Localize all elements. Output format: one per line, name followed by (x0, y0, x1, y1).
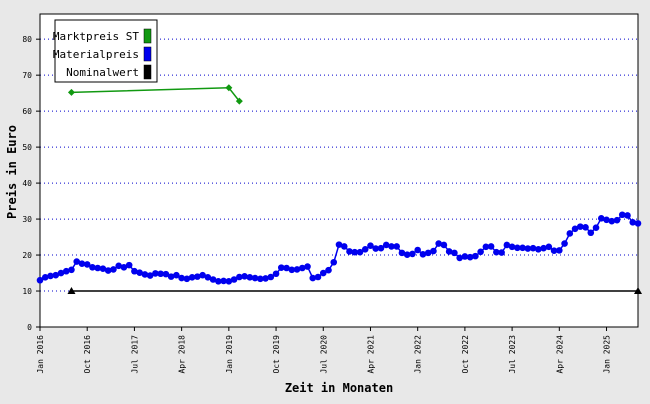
data-point (498, 249, 505, 256)
data-point (340, 243, 348, 250)
x-tick-label: Oct 2016 (83, 335, 92, 374)
y-tick-label: 0 (27, 323, 32, 332)
x-tick-label: Oct 2019 (272, 335, 281, 374)
data-point (272, 270, 280, 278)
legend-label-nominalwert: Nominalwert (66, 66, 139, 79)
data-point (314, 273, 322, 281)
data-point (561, 240, 568, 247)
data-point (125, 261, 133, 269)
data-point (325, 266, 332, 274)
x-tick-label: Jan 2019 (225, 335, 234, 374)
y-axis-title: Preis in Euro (5, 125, 19, 219)
x-axis-title: Zeit in Monaten (285, 381, 393, 395)
data-point (582, 224, 589, 231)
x-tick-label: Jan 2016 (36, 335, 45, 374)
y-tick-label: 70 (22, 71, 32, 80)
data-point (472, 252, 479, 260)
data-point (430, 247, 437, 255)
x-tick-label: Apr 2021 (366, 335, 375, 374)
x-tick-label: Oct 2022 (461, 335, 470, 374)
data-point (624, 212, 631, 219)
data-point (545, 243, 553, 251)
data-point (587, 229, 595, 237)
data-point (409, 250, 416, 258)
data-point (393, 243, 401, 250)
legend-label-marktpreis-st: Marktpreis ST (53, 30, 139, 43)
data-point (68, 266, 75, 274)
data-point (477, 248, 484, 256)
y-tick-label: 50 (22, 143, 32, 152)
data-point (566, 230, 574, 237)
data-point (487, 243, 495, 250)
legend: Marktpreis ST Materialpreis Nominalwert (53, 19, 158, 83)
data-point (634, 220, 642, 227)
x-tick-label: Jul 2023 (508, 335, 517, 374)
y-tick-label: 60 (22, 107, 32, 116)
x-tick-label: Apr 2018 (178, 335, 187, 374)
x-tick-label: Jan 2022 (414, 335, 423, 374)
data-point (330, 258, 338, 266)
y-tick-label: 20 (22, 251, 32, 260)
y-tick-label: 40 (22, 179, 32, 188)
y-tick-label: 80 (22, 35, 32, 44)
chart-root: 0 10 20 30 40 50 60 70 80 Jan 2016 Oct 2016 Jul 201… (0, 0, 650, 400)
legend-swatch-materialpreis (143, 46, 152, 62)
x-tick-label: Apr 2024 (555, 335, 564, 374)
x-tick-label: Jul 2020 (319, 335, 328, 374)
legend-label-materialpreis: Materialpreis (53, 48, 139, 61)
y-tick-label: 30 (22, 215, 32, 224)
x-tick-label: Jan 2025 (603, 335, 612, 374)
data-point (414, 246, 421, 254)
x-tick-label: Jul 2017 (130, 335, 139, 374)
y-tick-label: 10 (22, 287, 32, 296)
data-point (613, 216, 621, 224)
legend-swatch-nominalwert (143, 64, 152, 80)
legend-swatch-marktpreis-st (143, 28, 152, 44)
data-point (592, 224, 600, 232)
chart-svg: 0 10 20 30 40 50 60 70 80 Jan 2016 Oct 2016 Jul 201… (0, 0, 650, 400)
data-point (556, 247, 563, 254)
data-point (304, 263, 311, 270)
data-point (440, 241, 448, 249)
data-point (451, 249, 458, 257)
